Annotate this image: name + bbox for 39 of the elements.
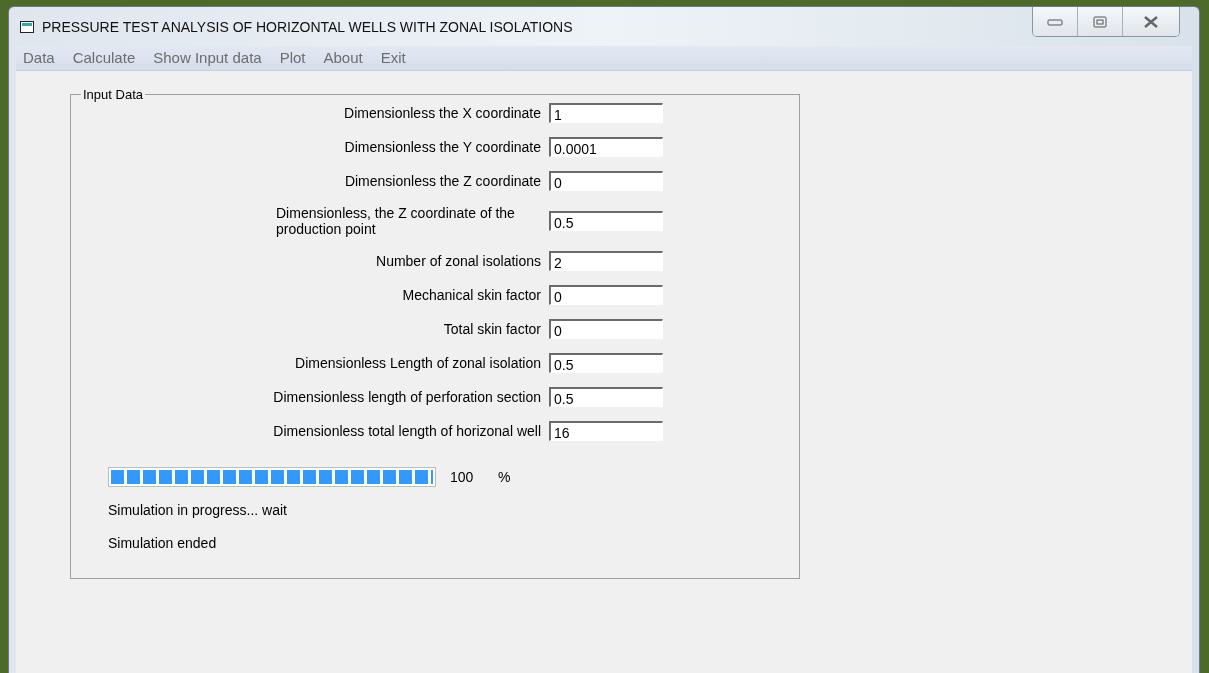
menu-item[interactable]: Data (16, 48, 62, 68)
input-field[interactable]: 0 (549, 319, 663, 339)
field-label: Mechanical skin factor (402, 287, 541, 303)
status-message: Simulation ended (108, 535, 217, 551)
input-field[interactable]: 0.0001 (549, 137, 663, 157)
maximize-icon (1093, 15, 1107, 28)
input-field[interactable]: 0.5 (549, 211, 663, 231)
field-label: Total skin factor (443, 321, 541, 337)
input-field[interactable]: 16 (549, 421, 663, 441)
field-label: Dimensionless, the Z coordinate of the production point (276, 205, 516, 237)
field-label: Dimensionless total length of horizonal well (273, 423, 541, 439)
percent-sign: % (498, 469, 511, 485)
field-label: Dimensionless the Z coordinate (344, 173, 541, 189)
progress-percent: 100 (450, 469, 475, 485)
field-label: Dimensionless Length of zonal isolation (295, 355, 541, 371)
app-icon (20, 20, 34, 33)
menu-item[interactable]: Exit (373, 48, 413, 68)
window-title: PRESSURE TEST ANALYSIS OF HORIZONTAL WELLS WITH ZONAL ISOLATIONS (42, 18, 574, 35)
menu-item[interactable]: About (316, 48, 370, 68)
group-title: Input Data (82, 87, 144, 102)
field-label: Dimensionless length of perforation section (273, 389, 541, 405)
input-field[interactable]: 1 (549, 103, 663, 123)
status-message: Simulation in progress... wait (108, 502, 287, 518)
field-label: Dimensionless the Y coordinate (344, 139, 541, 155)
menu-item[interactable]: Plot (272, 48, 313, 68)
close-icon (1143, 15, 1159, 28)
minimize-button[interactable] (1033, 7, 1078, 36)
input-field[interactable]: 0.5 (549, 387, 663, 407)
minimize-icon (1047, 17, 1063, 26)
close-button[interactable] (1123, 7, 1179, 36)
field-label: Number of zonal isolations (376, 253, 541, 269)
menu-item[interactable]: Calculate (65, 48, 143, 68)
input-field[interactable]: 0.5 (549, 353, 663, 373)
menu-item[interactable]: Show Input data (146, 48, 269, 68)
field-label: Dimensionless the X coordinate (344, 105, 541, 121)
maximize-button[interactable] (1078, 7, 1123, 36)
input-field[interactable]: 0 (549, 171, 663, 191)
input-field[interactable]: 0 (549, 285, 663, 305)
input-field[interactable]: 2 (549, 251, 663, 271)
